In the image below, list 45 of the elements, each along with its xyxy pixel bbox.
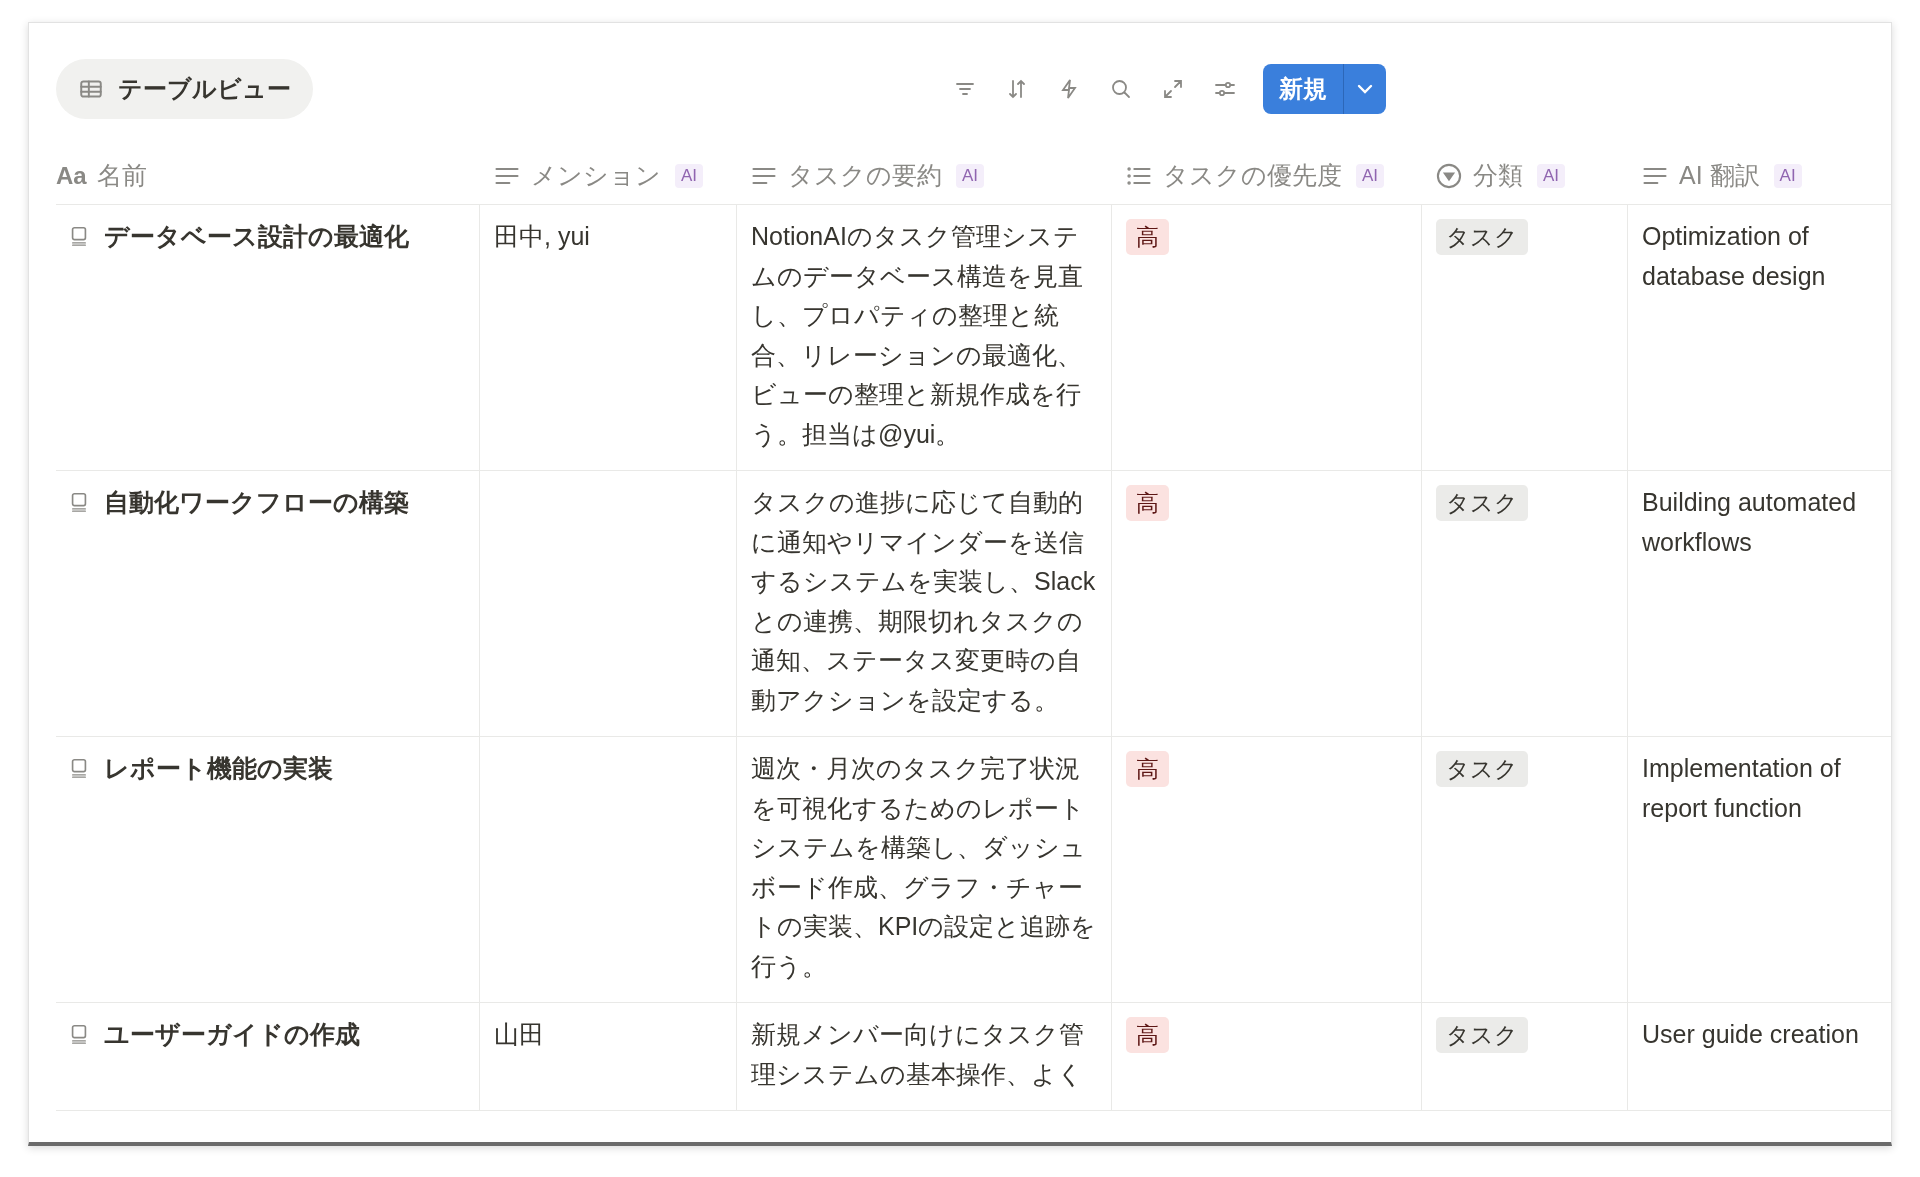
- column-header[interactable]: タスクの優先度 AI: [1111, 147, 1421, 205]
- priority-tag: 高: [1126, 751, 1169, 787]
- priority-tag: 高: [1126, 1017, 1169, 1053]
- column-title: メンション: [531, 160, 661, 191]
- search-icon: [1109, 77, 1133, 101]
- summary-text: タスクの進捗に応じて自動的に通知やリマインダーを送信するシステムを実装し、Slackとの連携、期限切れタスクの通知、ステータス変更時の自動アクションを設定する。: [751, 488, 1096, 714]
- mention-text: 山田: [494, 1020, 544, 1048]
- priority-tag: 高: [1126, 485, 1169, 521]
- translation-text: Building automated workflows: [1642, 488, 1857, 556]
- task-name: ユーザーガイドの作成: [104, 1019, 360, 1050]
- ai-badge: AI: [956, 163, 985, 188]
- column-header[interactable]: AI 翻訳 AI: [1627, 147, 1891, 205]
- summary-text: 新規メンバー向けにタスク管理システムの基本操作、よく: [751, 1020, 1084, 1088]
- column-header[interactable]: Aa 名前: [56, 147, 479, 205]
- column-title: タスクの優先度: [1163, 160, 1342, 191]
- column-header[interactable]: タスクの要約 AI: [736, 147, 1111, 205]
- ai-badge: AI: [1356, 163, 1385, 188]
- task-name: レポート機能の実装: [104, 753, 333, 784]
- new-split-button[interactable]: 新規: [1263, 64, 1386, 114]
- column-header[interactable]: 分類 AI: [1421, 147, 1627, 205]
- category-tag: タスク: [1436, 485, 1528, 521]
- ai-badge: AI: [1537, 163, 1566, 188]
- translation-text: User guide creation: [1642, 1020, 1859, 1048]
- expand-icon: [1161, 77, 1185, 101]
- task-name: 自動化ワークフローの構築: [104, 487, 409, 518]
- priority-tag: 高: [1126, 219, 1169, 255]
- translation-text: Optimization of database design: [1642, 222, 1826, 290]
- title-type-icon: Aa: [56, 161, 87, 190]
- translation-text: Implementation of report function: [1642, 754, 1841, 822]
- table-view-tab[interactable]: テーブルビュー: [56, 59, 313, 119]
- ai-badge: AI: [1773, 163, 1802, 188]
- ai-badge: AI: [675, 163, 704, 188]
- column-header[interactable]: メンション AI: [479, 147, 736, 205]
- summary-text: NotionAIのタスク管理システムのデータベース構造を見直し、プロパティの整理と統合、リレーションの最適化、ビューの整理と新規作成を行う。担当は@yui。: [751, 222, 1083, 448]
- summary-text: 週次・月次のタスク完了状況を可視化するためのレポートシステムを構築し、ダッシュボード作成、グラフ・チャートの実装、KPIの設定と追跡を行う。: [751, 754, 1097, 980]
- category-tag: タスク: [1436, 751, 1528, 787]
- column-title: 名前: [96, 160, 147, 191]
- select-circle-icon: [1435, 161, 1463, 190]
- category-tag: タスク: [1436, 1017, 1528, 1053]
- task-name: データベース設計の最適化: [104, 221, 409, 252]
- category-tag: タスク: [1436, 219, 1528, 255]
- mention-text: 田中, yui: [494, 222, 590, 250]
- column-title: 分類: [1473, 160, 1523, 191]
- column-title: タスクの要約: [788, 160, 942, 191]
- column-title: AI 翻訳: [1679, 160, 1760, 191]
